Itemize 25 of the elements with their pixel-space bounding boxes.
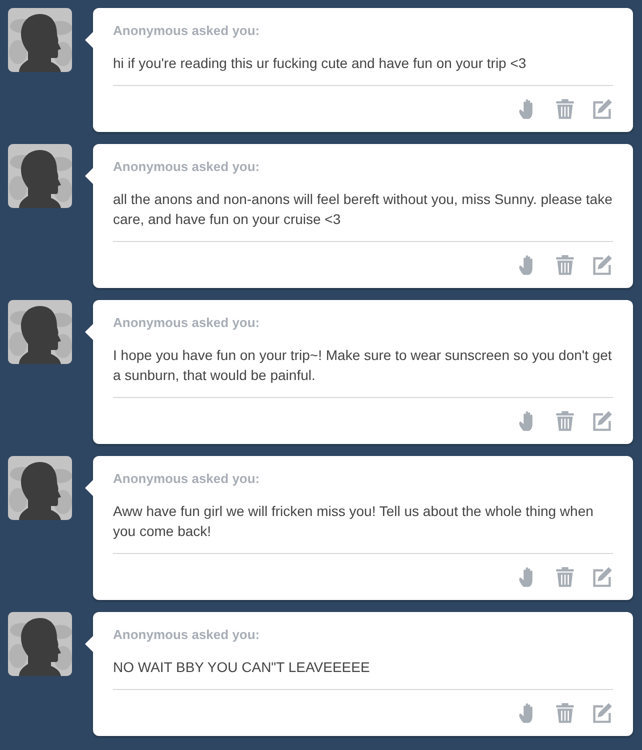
avatar [8,8,72,72]
asker-label: Anonymous asked you: [113,159,261,175]
avatar [8,300,72,364]
question-text: NO WAIT BBY YOU CAN"T LEAVEEEEE [113,657,613,690]
edit-icon[interactable] [591,702,613,724]
question-text: I hope you have fun on your trip~! Make sure to wear sunscreen so you don't get a sunburn, that would be painful. [113,345,613,398]
trash-icon[interactable] [554,410,576,432]
avatar [8,612,72,676]
edit-icon[interactable] [591,98,613,120]
asker-label: Anonymous asked you: [113,23,261,39]
question-text: hi if you're reading this ur fucking cute and have fun on your trip <3 [113,53,613,86]
trash-icon[interactable] [554,702,576,724]
question-text: all the anons and non-anons will feel bereft without you, miss Sunny. please take care, and have fun on your cruise <3 [113,189,613,242]
question-text: Aww have fun girl we will fricken miss you! Tell us about the whole thing when you come back! [113,501,613,554]
edit-icon[interactable] [591,566,613,588]
avatar [8,144,72,208]
edit-icon[interactable] [591,410,613,432]
edit-icon[interactable] [591,254,613,276]
asker-label: Anonymous asked you: [113,471,261,487]
asker-label: Anonymous asked you: [113,315,261,331]
trash-icon[interactable] [554,98,576,120]
trash-icon[interactable] [554,254,576,276]
asker-label: Anonymous asked you: [113,627,261,643]
avatar [8,456,72,520]
trash-icon[interactable] [554,566,576,588]
